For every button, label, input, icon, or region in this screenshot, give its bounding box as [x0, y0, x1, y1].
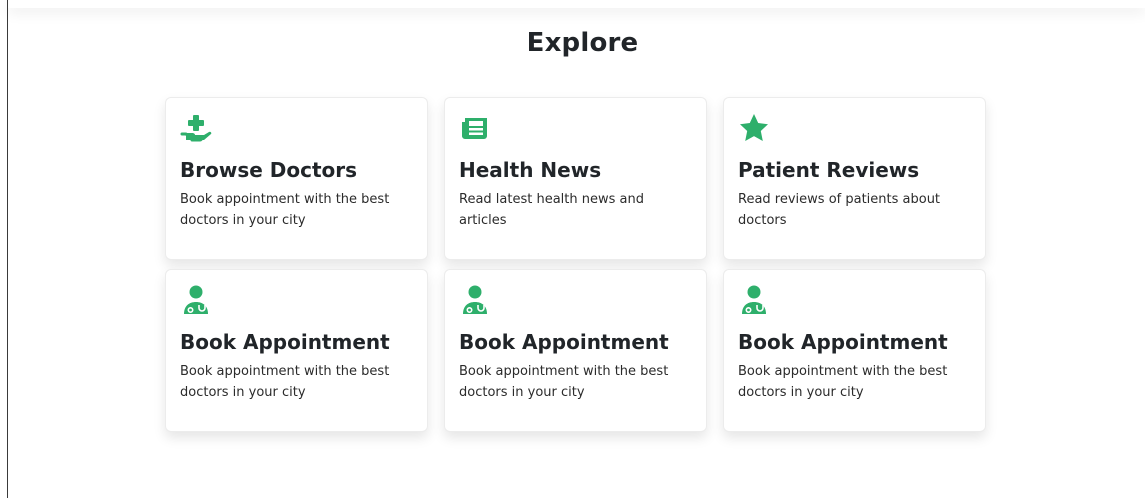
header-shadow [8, 0, 1145, 8]
card-title: Book Appointment [180, 330, 390, 354]
card-book-appointment[interactable]: Book Appointment Book appointment with t… [444, 269, 707, 432]
explore-cards-grid: Browse Doctors Book appointment with the… [165, 97, 986, 432]
user-doctor-icon [738, 284, 770, 316]
card-text: Book appointment with the best doctors i… [180, 192, 390, 228]
card-book-appointment[interactable]: Book Appointment Book appointment with t… [723, 269, 986, 432]
window-edge [7, 0, 8, 498]
card-text: Book appointment with the best doctors i… [738, 364, 948, 400]
card-title: Book Appointment [738, 330, 948, 354]
user-doctor-icon [180, 284, 212, 316]
card-title: Health News [459, 158, 602, 182]
card-text: Book appointment with the best doctors i… [459, 364, 669, 400]
card-health-news[interactable]: Health News Read latest health news and … [444, 97, 707, 260]
card-book-appointment[interactable]: Book Appointment Book appointment with t… [165, 269, 428, 432]
card-title: Book Appointment [459, 330, 669, 354]
card-browse-doctors[interactable]: Browse Doctors Book appointment with the… [165, 97, 428, 260]
card-title: Patient Reviews [738, 158, 920, 182]
hand-holding-medical-icon [180, 112, 212, 144]
card-patient-reviews[interactable]: Patient Reviews Read reviews of patients… [723, 97, 986, 260]
card-text: Book appointment with the best doctors i… [180, 364, 390, 400]
section-title: Explore [526, 28, 639, 58]
star-icon [738, 112, 770, 144]
card-title: Browse Doctors [180, 158, 358, 182]
newspaper-icon [459, 112, 491, 144]
card-text: Read latest health news and articles [459, 192, 644, 228]
user-doctor-icon [459, 284, 491, 316]
card-text: Read reviews of patients about doctors [738, 192, 941, 228]
